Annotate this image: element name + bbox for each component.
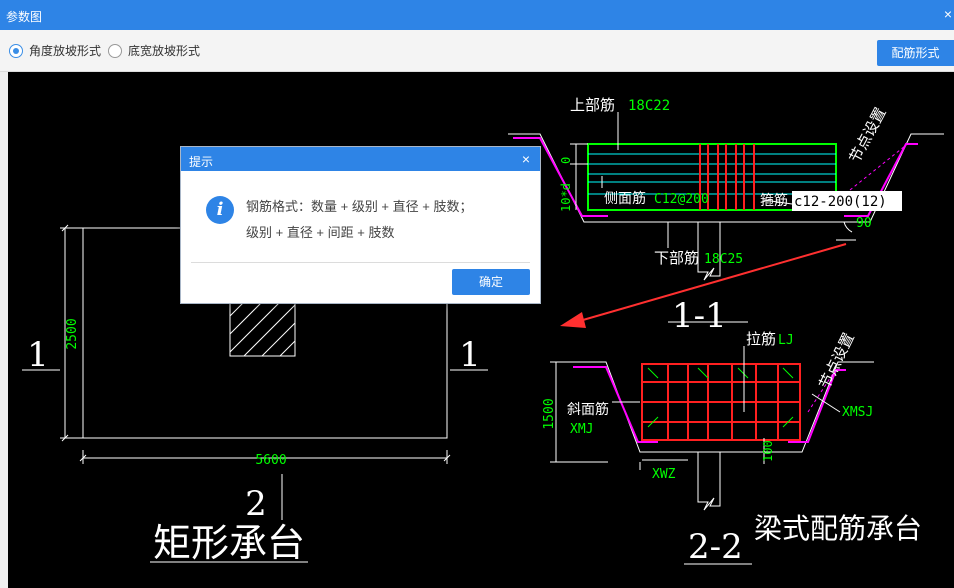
- rebar-form-button[interactable]: 配筋形式: [877, 40, 954, 66]
- stirrup-value[interactable]: c12-200(12): [794, 194, 887, 210]
- section-mark-bottom: 2: [245, 484, 267, 524]
- radio-unchecked-icon[interactable]: [108, 43, 122, 58]
- section-mark-right: 1: [459, 335, 481, 375]
- dim-width-text: 5600: [255, 453, 286, 468]
- rect-cap-caption: 矩形承台: [153, 521, 305, 565]
- dialog-message-line1: 钢筋格式：数量 + 级别 + 直径 + 肢数；: [246, 199, 473, 214]
- dialog-header: 提示 ×: [181, 147, 540, 171]
- stirrup-label: 箍筋: [760, 192, 788, 209]
- dialog-divider: [191, 262, 530, 263]
- beam-cap-title: 梁式配筋承台: [754, 512, 922, 545]
- window-title: 参数图: [6, 10, 43, 24]
- slope-bar-value: XMJ: [570, 422, 593, 437]
- xmsj-text: XMSJ: [842, 405, 873, 420]
- tie-label: 拉筋: [746, 330, 776, 348]
- section-1-1-drawing: [508, 112, 944, 323]
- dim-side-text: 10*d: [559, 183, 573, 212]
- radio-angle-slope[interactable]: 角度放坡形式: [9, 42, 101, 59]
- radio-angle-slope-label[interactable]: 角度放坡形式: [29, 42, 101, 59]
- dim-bottom-text: 100: [761, 440, 775, 462]
- side-bar-value: C12@200: [654, 192, 709, 207]
- radio-checked-icon[interactable]: [9, 43, 23, 58]
- side-bar-label: 侧面筋: [604, 190, 646, 207]
- dim-height-text: 2500: [65, 318, 80, 349]
- section-2-2-caption: 2-2: [688, 527, 743, 567]
- slope-bar-label: 斜面筋: [567, 401, 609, 418]
- info-icon: i: [206, 196, 234, 224]
- xwz-text: XWZ: [652, 467, 676, 482]
- window-close-icon[interactable]: ×: [944, 6, 952, 22]
- dialog-close-icon[interactable]: ×: [522, 151, 530, 167]
- radio-width-slope[interactable]: 底宽放坡形式: [108, 42, 200, 59]
- bottom-bar-value: 18C25: [704, 252, 743, 267]
- dim-height-2-2: 1500: [542, 398, 557, 429]
- top-bar-value: 18C22: [628, 98, 670, 114]
- node-setting-1-1[interactable]: 节点设置: [846, 104, 890, 165]
- section-mark-left: 1: [27, 335, 49, 375]
- bottom-bar-label: 下部筋: [654, 249, 699, 267]
- column-outline: [229, 299, 296, 357]
- dialog-message-line2: 级别 + 直径 + 间距 + 肢数: [246, 225, 395, 240]
- dialog-title: 提示: [189, 155, 214, 169]
- top-bar-label: 上部筋: [570, 96, 615, 114]
- tie-value: LJ: [778, 333, 794, 348]
- section-1-1-caption: 1-1: [672, 296, 727, 336]
- dim-zero-text: 0: [559, 157, 573, 164]
- radio-width-slope-label[interactable]: 底宽放坡形式: [128, 42, 200, 59]
- toolbar: 角度放坡形式 底宽放坡形式 配筋形式: [0, 30, 954, 72]
- ok-button[interactable]: 确定: [452, 269, 530, 295]
- window-titlebar: 参数图 ×: [0, 0, 954, 30]
- hint-dialog: 提示 × i 钢筋格式：数量 + 级别 + 直径 + 肢数； 级别 + 直径 +…: [180, 146, 541, 304]
- angle-text: 90: [856, 216, 872, 231]
- node-setting-2-2[interactable]: 节点设置: [815, 330, 857, 392]
